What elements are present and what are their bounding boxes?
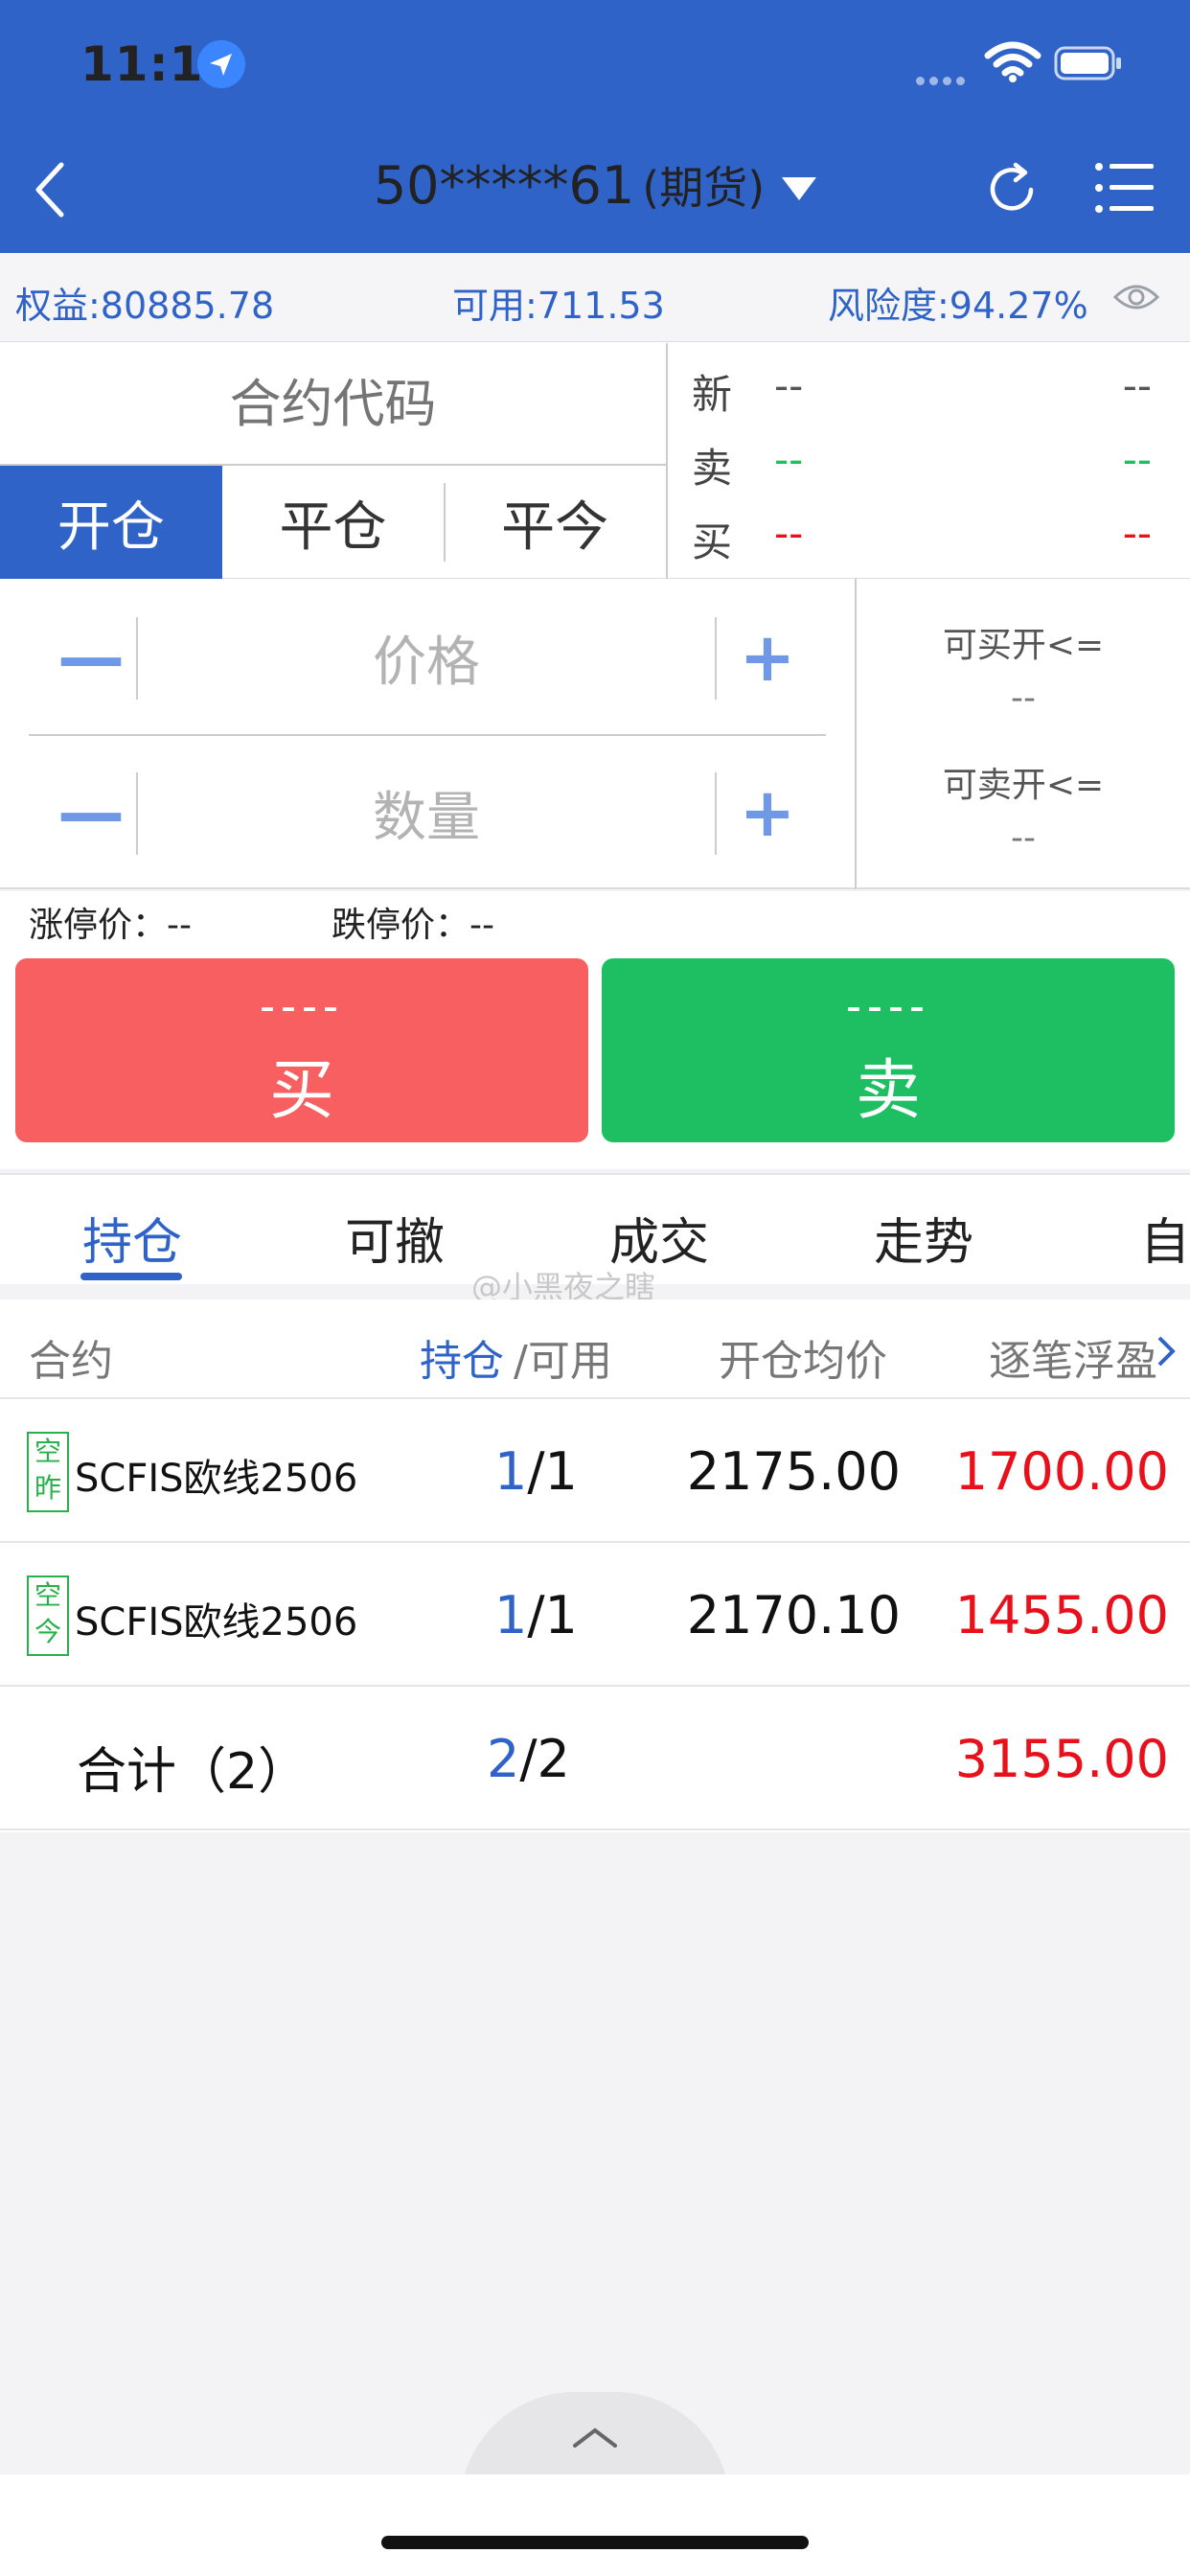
- open-avg-price: 2170.10: [686, 1585, 901, 1645]
- contract-code-input[interactable]: [0, 343, 668, 464]
- equity-value: 权益:80885.78: [15, 285, 275, 327]
- price-input[interactable]: 价格: [140, 581, 713, 734]
- open-avg-price: 2175.00: [686, 1441, 901, 1502]
- total-pnl: 3155.00: [954, 1729, 1169, 1789]
- quote-volume: --: [1122, 436, 1152, 483]
- quote-label: 买: [692, 518, 733, 565]
- tab-cancelable[interactable]: 可撤: [345, 1202, 445, 1274]
- tab-close-today[interactable]: 平今: [444, 466, 666, 579]
- price-minus-button[interactable]: —: [38, 581, 144, 734]
- home-indicator[interactable]: [381, 2536, 809, 2549]
- cellular-signal-icon: [916, 71, 970, 89]
- risk-value: 风险度:94.27%: [828, 285, 1088, 327]
- hold-quantity: 1/1: [494, 1585, 578, 1645]
- total-row: 合计（2） 2/2 3155.00: [0, 1687, 1190, 1830]
- limit-down-price: 跌停价：--: [332, 906, 494, 945]
- dropdown-triangle-icon: [782, 177, 817, 201]
- quote-label: 卖: [692, 445, 733, 492]
- avail-buy-label: 可买开<=: [942, 626, 1105, 665]
- price-limits: 涨停价：-- 跌停价：--: [0, 891, 1190, 956]
- hold-quantity: 1/1: [494, 1441, 578, 1502]
- eye-icon[interactable]: [1113, 278, 1159, 316]
- contract-name: SCFIS欧线2506: [75, 1600, 358, 1644]
- total-label: 合计（2）: [77, 1743, 309, 1801]
- tab-trend[interactable]: 走势: [874, 1202, 973, 1274]
- avail-sell-value: --: [1011, 818, 1036, 858]
- account-number: 50*****61: [373, 155, 635, 216]
- position-tag-short-today: 空今: [27, 1576, 69, 1656]
- open-close-tabs: 开仓 平仓 平今: [0, 464, 668, 579]
- tab-open[interactable]: 开仓: [0, 466, 222, 579]
- quote-label: 新: [692, 371, 733, 418]
- sell-price: ----: [846, 981, 930, 1032]
- price-plus-button[interactable]: +: [715, 581, 820, 734]
- list-menu-icon[interactable]: [1094, 161, 1154, 215]
- active-tab-indicator: [80, 1273, 182, 1280]
- tab-close[interactable]: 平仓: [222, 466, 445, 579]
- contract-name: SCFIS欧线2506: [75, 1457, 358, 1501]
- wifi-icon: [984, 41, 1041, 82]
- float-pnl: 1700.00: [954, 1441, 1169, 1502]
- account-type: (期货): [642, 162, 766, 214]
- quote-value: --: [774, 510, 804, 557]
- table-header: 合约 持仓/可用 开仓均价 逐笔浮盈: [0, 1300, 1190, 1399]
- quote-volume: --: [1122, 510, 1152, 557]
- tab-positions[interactable]: 持仓: [82, 1202, 182, 1274]
- total-quantity: 2/2: [487, 1729, 570, 1789]
- account-summary: 权益:80885.78 可用:711.53 风险度:94.27%: [0, 253, 1190, 341]
- quote-value: --: [774, 362, 804, 409]
- chevron-right-icon[interactable]: [1154, 1334, 1179, 1368]
- battery-icon: [1054, 46, 1121, 80]
- quantity-minus-button[interactable]: —: [38, 736, 144, 889]
- header-contract: 合约: [29, 1337, 113, 1386]
- price-stepper: — 价格 +: [29, 581, 824, 734]
- limit-up-price: 涨停价：--: [29, 906, 192, 945]
- home-bar-area: [0, 2474, 1190, 2576]
- quantity-plus-button[interactable]: +: [715, 736, 820, 889]
- position-tag-short-yesterday: 空昨: [27, 1432, 69, 1512]
- quantity-stepper: — 数量 +: [29, 736, 824, 889]
- buy-button[interactable]: ---- 买: [15, 958, 588, 1142]
- float-pnl: 1455.00: [954, 1585, 1169, 1645]
- buy-price: ----: [260, 981, 344, 1032]
- avail-sell-label: 可卖开<=: [942, 766, 1105, 805]
- table-row[interactable]: 空昨 SCFIS欧线2506 1/1 2175.00 1700.00: [0, 1399, 1190, 1543]
- sell-button[interactable]: ---- 卖: [602, 958, 1175, 1142]
- header-hold[interactable]: 持仓: [420, 1326, 504, 1388]
- location-arrow-icon: [197, 40, 245, 88]
- header-float-pnl: 逐笔浮盈: [989, 1337, 1157, 1386]
- avail-buy-value: --: [1011, 678, 1036, 718]
- tab-self[interactable]: 自: [1140, 1202, 1190, 1274]
- quantity-input[interactable]: 数量: [140, 736, 713, 889]
- available-value: 可用:711.53: [452, 285, 665, 327]
- table-row[interactable]: 空今 SCFIS欧线2506 1/1 2170.10 1455.00: [0, 1543, 1190, 1687]
- buy-label: 买: [268, 1054, 334, 1127]
- header-available: /可用: [514, 1337, 612, 1386]
- sell-label: 卖: [855, 1054, 921, 1127]
- quote-volume: --: [1122, 362, 1152, 409]
- refresh-icon[interactable]: [983, 161, 1041, 218]
- quote-value: --: [774, 436, 804, 483]
- header-avg-price: 开仓均价: [719, 1337, 887, 1386]
- chevron-up-icon[interactable]: [569, 2423, 621, 2451]
